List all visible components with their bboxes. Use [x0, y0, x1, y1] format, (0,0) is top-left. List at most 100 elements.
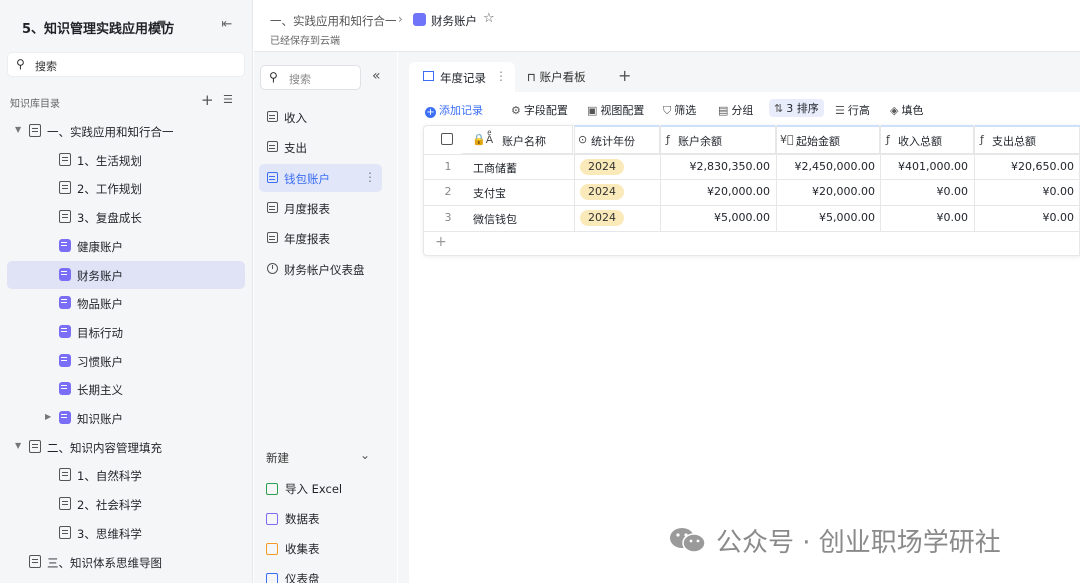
sidebar-item[interactable]: 目标行动 — [7, 318, 245, 346]
sort-button[interactable]: ⇅ 3 排序 — [769, 99, 824, 117]
column-header-name[interactable]: 🔒Aͤ 账户名称 — [462, 125, 573, 154]
row-height-button[interactable]: ☰ 行高 — [835, 102, 870, 118]
gear-icon: ⚙ — [511, 104, 521, 117]
view-config-label: 视图配置 — [600, 104, 645, 117]
sidebar-item-label: 三、知识体系思维导图 — [47, 555, 162, 570]
sidebar-item[interactable]: ▶ 知识账户 — [7, 404, 245, 432]
column-header-start[interactable]: ¥⃝ 起始金额 — [776, 125, 880, 154]
collapse-sidebar-icon[interactable]: ⇤ — [218, 17, 236, 33]
collapse-caret-icon[interactable]: ▶ — [45, 412, 51, 421]
group-button[interactable]: ▤ 分组 — [718, 102, 753, 118]
more-icon[interactable]: ⋮ — [364, 170, 376, 184]
chart-icon — [59, 382, 71, 396]
sidebar-item-label: 目标行动 — [77, 325, 123, 340]
table-item[interactable]: 支出 — [259, 133, 382, 161]
column-header-expense[interactable]: ƒ 支出总额 — [974, 125, 1080, 154]
habit-icon — [59, 353, 71, 367]
wechat-icon — [670, 528, 706, 553]
sidebar-item[interactable]: 1、自然科学 — [7, 461, 245, 489]
new-item-label: 收集表 — [285, 542, 320, 556]
filter-label: 筛选 — [674, 104, 697, 117]
list-menu-icon[interactable]: ☰ — [223, 93, 233, 106]
cell-account-name[interactable]: 工商储蓄 — [473, 160, 517, 176]
add-row-icon[interactable]: + — [435, 234, 447, 250]
sidebar-item-label: 1、自然科学 — [77, 469, 142, 484]
chevron-down-icon[interactable]: ⌄ — [360, 448, 370, 462]
add-record-label: 添加记录 — [439, 104, 483, 117]
tab-annual-records[interactable]: 年度记录 ⋮ — [409, 62, 515, 92]
sidebar-search-input[interactable]: ⚲ 搜索 — [7, 52, 245, 77]
grid-view-icon — [423, 71, 434, 81]
sidebar-item[interactable]: ▼ 一、实践应用和知行合一 — [7, 117, 245, 145]
sidebar-item[interactable]: 长期主义 — [7, 375, 245, 403]
view-config-button[interactable]: ▣ 视图配置 — [587, 102, 644, 118]
row-height-label: 行高 — [847, 104, 870, 117]
doc-icon — [59, 525, 71, 539]
cell-balance[interactable]: ¥20,000.00 — [660, 185, 770, 198]
cell-balance[interactable]: ¥5,000.00 — [660, 211, 770, 224]
column-header-income[interactable]: ƒ 收入总额 — [880, 125, 974, 154]
new-item-label: 仪表盘 — [285, 572, 320, 583]
sidebar-item[interactable]: 健康账户 — [7, 232, 245, 260]
sidebar-item[interactable]: ▼ 二、知识内容管理填充 — [7, 433, 245, 461]
table-item[interactable]: 收入 — [259, 103, 382, 131]
select-all-checkbox[interactable] — [441, 133, 453, 145]
table-item[interactable]: 月度报表 — [259, 194, 382, 222]
add-record-button[interactable]: + 添加记录 — [425, 102, 483, 118]
doc-icon — [29, 439, 41, 453]
table-item[interactable]: 财务帐户仪表盘 — [259, 255, 382, 283]
cell-balance[interactable]: ¥2,830,350.00 — [660, 160, 770, 173]
cell-expense[interactable]: ¥20,650.00 — [964, 160, 1074, 173]
caret-down-icon[interactable]: ▼ — [158, 19, 166, 30]
column-header-label: 支出总额 — [992, 135, 1036, 148]
sidebar-item[interactable]: 3、思维科学 — [7, 519, 245, 547]
collapse-panel-icon[interactable]: « — [372, 68, 381, 84]
star-icon[interactable]: ☆ — [483, 11, 495, 26]
column-header-balance[interactable]: ƒ 账户余额 — [660, 125, 776, 154]
row-index[interactable]: 1 — [438, 160, 458, 173]
sidebar-item[interactable]: 3、复盘成长 — [7, 203, 245, 231]
tables-search-input[interactable]: ⚲ 搜索 — [260, 65, 361, 90]
cell-expense[interactable]: ¥0.00 — [964, 185, 1075, 198]
row-divider — [423, 205, 1080, 206]
cell-account-name[interactable]: 支付宝 — [473, 185, 506, 201]
row-divider — [423, 154, 1080, 155]
cell-account-name[interactable]: 微信钱包 — [473, 211, 517, 227]
sidebar-item[interactable]: 物品账户 — [7, 289, 245, 317]
add-icon[interactable]: + — [201, 91, 214, 109]
group-label: 分组 — [731, 104, 754, 117]
table-item-label: 月度报表 — [284, 201, 330, 216]
tab-label: 账户看板 — [539, 70, 586, 84]
cell-income[interactable]: ¥0.00 — [858, 185, 969, 198]
cell-year-tag[interactable]: 2024 — [580, 184, 624, 201]
table-item[interactable]: 年度报表 — [259, 224, 382, 252]
table-item[interactable]: 钱包账户 ⋮ — [259, 163, 382, 192]
sidebar-item[interactable]: 1、生活规划 — [7, 146, 245, 174]
row-index[interactable]: 2 — [438, 185, 458, 198]
fill-color-button[interactable]: ◈ 填色 — [890, 102, 923, 118]
cell-year-tag[interactable]: 2024 — [580, 209, 624, 226]
sidebar-item[interactable]: 2、工作规划 — [7, 174, 245, 202]
sidebar-item-label: 3、复盘成长 — [77, 211, 142, 226]
field-config-button[interactable]: ⚙ 字段配置 — [511, 102, 568, 118]
expand-caret-icon[interactable]: ▼ — [15, 125, 21, 134]
column-header-year[interactable]: ⊙ 统计年份 — [574, 125, 660, 154]
formula-icon: ƒ — [666, 133, 670, 146]
sidebar-item[interactable]: 三、知识体系思维导图 — [7, 548, 245, 576]
sidebar-item[interactable]: 2、社会科学 — [7, 490, 245, 518]
expand-caret-icon[interactable]: ▼ — [15, 441, 21, 450]
more-icon[interactable]: ⋮ — [495, 69, 507, 83]
sidebar-item[interactable]: 习惯账户 — [7, 347, 245, 375]
breadcrumb-parent[interactable]: 一、实践应用和知行合一 — [270, 13, 397, 29]
cell-income[interactable]: ¥0.00 — [858, 211, 969, 224]
knowledge-base-title[interactable]: 5、知识管理实践应用模仿 — [22, 18, 174, 37]
filter-button[interactable]: ⛉ 筛选 — [663, 102, 696, 118]
cell-income[interactable]: ¥401,000.00 — [858, 160, 968, 173]
cell-expense[interactable]: ¥0.00 — [964, 211, 1075, 224]
cell-year-tag[interactable]: 2024 — [580, 159, 624, 175]
add-view-icon[interactable]: + — [618, 66, 631, 85]
row-index[interactable]: 3 — [438, 211, 458, 224]
tab-account-kanban[interactable]: ⊓ 账户看板 — [527, 69, 586, 85]
sidebar-item[interactable]: 财务账户 — [7, 260, 245, 289]
breadcrumb-current[interactable]: 财务账户 — [431, 13, 477, 29]
